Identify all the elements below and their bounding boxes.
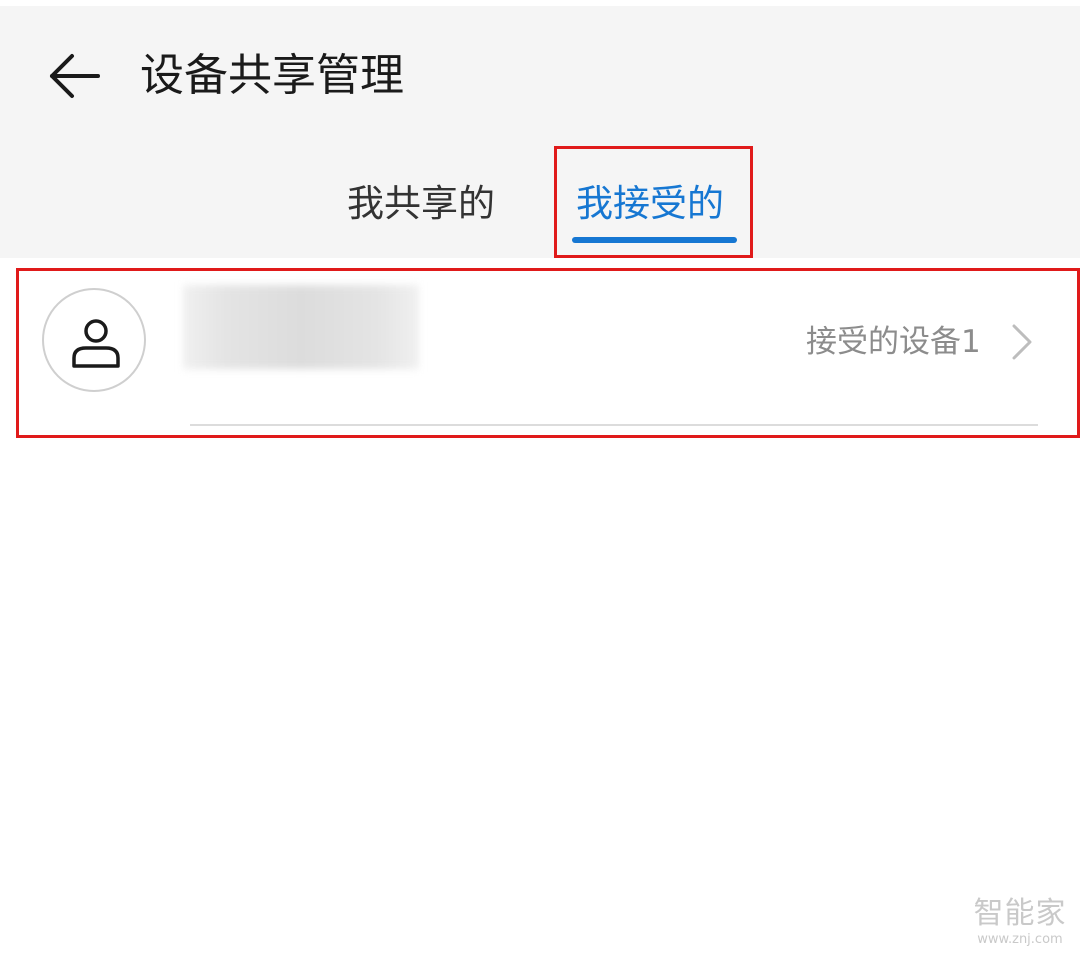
watermark-url: www.znj.com xyxy=(977,932,1063,947)
top-app-bar: 设备共享管理 我共享的 我接受的 xyxy=(0,0,1080,258)
tab-highlight-box xyxy=(554,146,753,258)
watermark: 智能家 www.znj.com xyxy=(968,896,1072,948)
arrow-left-icon xyxy=(50,54,100,98)
list-item-highlight-box xyxy=(16,268,1080,438)
watermark-logo: 智能家 xyxy=(973,896,1067,931)
back-button[interactable] xyxy=(40,44,110,104)
device-sharing-screen: 设备共享管理 我共享的 我接受的 接受的设备1 智能家 www.znj.com xyxy=(0,0,1080,960)
tab-shared-by-me[interactable]: 我共享的 xyxy=(347,172,495,236)
page-title: 设备共享管理 xyxy=(140,50,404,101)
